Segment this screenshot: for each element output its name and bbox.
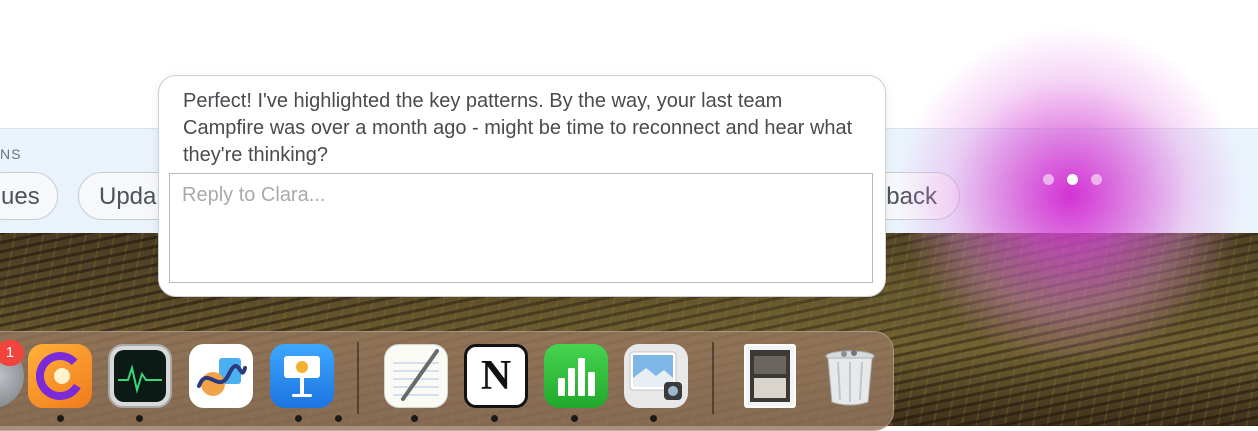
dock-app-clara[interactable] <box>28 344 92 408</box>
running-indicator <box>411 415 418 422</box>
textedit-icon <box>393 349 439 401</box>
preview-icon <box>629 351 682 400</box>
dock-separator <box>357 342 359 414</box>
dock-app-notion[interactable]: N <box>464 344 528 408</box>
suggestions-heading: NS <box>0 146 22 162</box>
chat-popup: Perfect! I've highlighted the key patter… <box>158 75 886 297</box>
running-indicator <box>295 415 302 422</box>
running-indicator <box>57 415 64 422</box>
running-indicator <box>136 415 143 422</box>
dock-app-activity-monitor[interactable] <box>108 344 172 408</box>
folder-stack-icon <box>750 350 790 402</box>
dock-app-textedit[interactable] <box>384 344 448 408</box>
typing-dot <box>1091 174 1102 185</box>
running-indicator <box>335 415 342 422</box>
activity-monitor-icon <box>114 350 166 402</box>
dock-separator <box>712 342 714 414</box>
dock-app-folder-stack[interactable] <box>744 344 796 408</box>
dock-app-freeform[interactable] <box>189 344 253 408</box>
reply-input[interactable] <box>169 173 873 283</box>
typing-dot <box>1043 174 1054 185</box>
running-indicator <box>571 415 578 422</box>
assistant-message: Perfect! I've highlighted the key patter… <box>183 90 853 166</box>
dock-app-numbers[interactable] <box>544 344 608 408</box>
clara-icon <box>36 352 84 400</box>
suggestion-pill-issues[interactable]: ues <box>0 172 58 220</box>
dock-app-trash[interactable] <box>818 344 882 408</box>
dock-app-keynote[interactable] <box>270 344 334 408</box>
typing-indicator <box>1043 174 1102 185</box>
notion-icon: N <box>480 353 512 399</box>
dock-app-preview[interactable] <box>624 344 688 408</box>
numbers-icon <box>558 358 595 396</box>
assistant-glow <box>900 30 1240 360</box>
typing-dot <box>1067 174 1078 185</box>
trash-icon <box>825 350 875 406</box>
running-indicator <box>491 415 498 422</box>
freeform-icon <box>197 358 247 396</box>
running-indicator <box>650 415 657 422</box>
keynote-icon <box>284 356 320 397</box>
